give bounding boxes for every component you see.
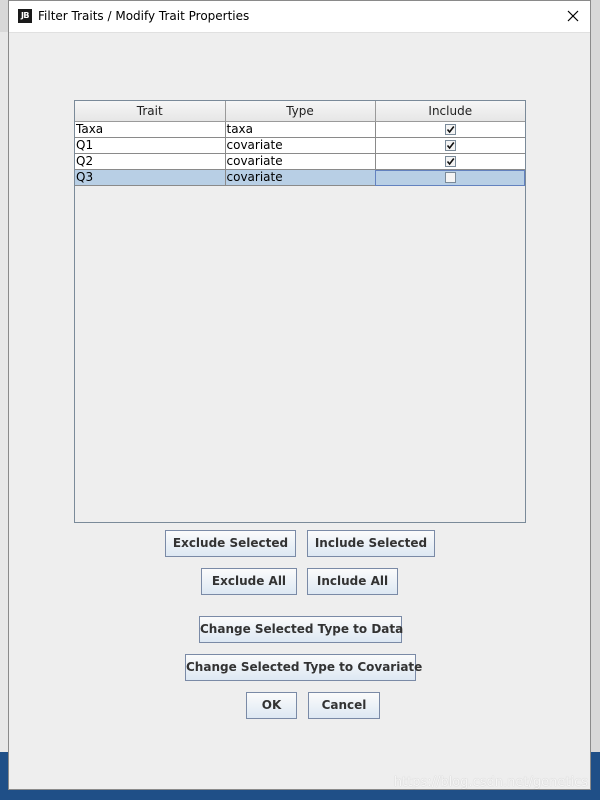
title-bar[interactable]: JB Filter Traits / Modify Trait Properti…	[9, 1, 590, 33]
filter-traits-dialog: JB Filter Traits / Modify Trait Properti…	[8, 0, 591, 790]
column-header-type[interactable]: Type	[225, 101, 376, 122]
close-icon	[567, 10, 579, 22]
close-button[interactable]	[556, 1, 590, 32]
include-selected-button[interactable]: Include Selected	[307, 530, 435, 557]
include-checkbox[interactable]	[444, 140, 456, 151]
change-type-to-covariate-button[interactable]: Change Selected Type to Covariate	[185, 654, 422, 681]
table-row[interactable]: Taxa taxa	[75, 121, 525, 138]
include-checkbox[interactable]	[444, 124, 456, 135]
table-header-row: Trait Type Include	[75, 101, 525, 122]
include-cell[interactable]	[375, 137, 525, 154]
trait-cell[interactable]: Taxa	[75, 121, 226, 138]
type-cell[interactable]: covariate	[225, 169, 376, 186]
checkmark-icon	[446, 126, 455, 134]
change-type-to-data-button[interactable]: Change Selected Type to Data	[199, 616, 403, 643]
ok-button[interactable]: OK	[246, 692, 297, 719]
column-header-include[interactable]: Include	[375, 101, 525, 122]
table-row[interactable]: Q3 covariate	[75, 169, 525, 186]
include-cell[interactable]	[375, 121, 525, 138]
include-cell[interactable]	[375, 153, 525, 170]
exclude-all-button[interactable]: Exclude All	[201, 568, 297, 595]
include-checkbox[interactable]	[444, 156, 456, 167]
exclude-selected-button[interactable]: Exclude Selected	[165, 530, 296, 557]
type-cell[interactable]: taxa	[225, 121, 376, 138]
table-row[interactable]: Q1 covariate	[75, 137, 525, 154]
type-cell[interactable]: covariate	[225, 137, 376, 154]
table-body: Taxa taxa Q1 covariate Q2 covariate Q3 c…	[75, 121, 525, 186]
trait-cell[interactable]: Q1	[75, 137, 226, 154]
cancel-button[interactable]: Cancel	[308, 692, 380, 719]
checkmark-icon	[446, 158, 455, 166]
checkmark-icon	[446, 142, 455, 150]
type-cell[interactable]: covariate	[225, 153, 376, 170]
table-row[interactable]: Q2 covariate	[75, 153, 525, 170]
column-header-trait[interactable]: Trait	[75, 101, 226, 122]
traits-table-scrollpane[interactable]: Trait Type Include Taxa taxa Q1 covariat…	[74, 100, 526, 523]
trait-cell[interactable]: Q2	[75, 153, 226, 170]
include-cell[interactable]	[375, 169, 525, 186]
java-app-icon: JB	[18, 9, 32, 23]
traits-table: Trait Type Include Taxa taxa Q1 covariat…	[75, 101, 525, 186]
include-checkbox[interactable]	[444, 172, 456, 183]
include-all-button[interactable]: Include All	[307, 568, 398, 595]
window-title: Filter Traits / Modify Trait Properties	[38, 9, 250, 23]
trait-cell[interactable]: Q3	[75, 169, 226, 186]
watermark-text: https://blog.csdn.net/genetics	[393, 775, 588, 790]
